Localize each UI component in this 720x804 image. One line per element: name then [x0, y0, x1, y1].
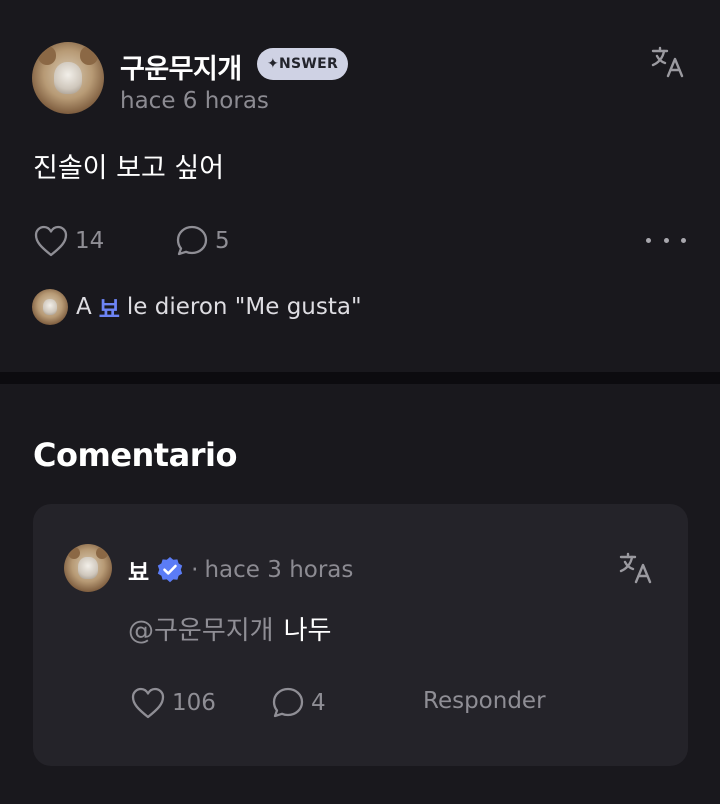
more-dot [663, 237, 669, 243]
like-button[interactable]: 14 [33, 224, 104, 258]
like-count: 14 [75, 228, 105, 254]
post-author-name[interactable]: 구운무지개 [120, 47, 242, 86]
reply-button[interactable]: Responder [423, 688, 546, 714]
more-options-icon[interactable] [646, 232, 686, 248]
more-dot [681, 237, 686, 243]
more-dot [646, 237, 651, 243]
liker-avatar [32, 289, 68, 325]
post-text: 진솔이 보고 싶어 [33, 153, 225, 184]
comment-count: 5 [215, 228, 230, 254]
comments-heading: Comentario [33, 436, 237, 474]
comment-reply-count: 4 [311, 690, 326, 716]
comment-timestamp: hace 3 horas [204, 557, 354, 583]
comment-button[interactable]: 5 [175, 224, 230, 258]
comment-like-button[interactable]: 106 [130, 686, 216, 720]
liked-by-prefix: A [76, 294, 92, 320]
comment-body: 나두 [283, 616, 332, 646]
translate-icon[interactable] [650, 44, 686, 80]
heart-icon [131, 687, 165, 719]
mention-link[interactable]: @구운무지개 [128, 610, 274, 647]
liker-name[interactable]: 뵤 [99, 290, 120, 324]
comment-like-count: 106 [172, 690, 216, 716]
avatar-face [53, 62, 83, 94]
heart-icon [34, 225, 68, 257]
speech-bubble-icon [176, 225, 208, 256]
comment-replies-button[interactable]: 4 [271, 686, 326, 720]
comment-header: 뵤 · hace 3 horas [128, 553, 353, 587]
section-divider [0, 372, 720, 384]
avatar-face [78, 557, 98, 579]
post-author-avatar[interactable] [32, 42, 104, 114]
avatar-ear [79, 46, 99, 66]
separator-dot: · [191, 557, 199, 583]
verified-badge-icon [157, 557, 183, 583]
liked-by-suffix: le dieron "Me gusta" [126, 294, 362, 320]
commenter-name[interactable]: 뵤 [128, 553, 149, 587]
avatar-ear [37, 46, 57, 66]
commenter-avatar[interactable] [64, 544, 112, 592]
avatar-ear [95, 546, 109, 560]
comment-text: @구운무지개 나두 [128, 610, 331, 647]
translate-icon[interactable] [618, 550, 654, 586]
speech-bubble-icon [272, 687, 304, 718]
post-timestamp: hace 6 horas [120, 88, 269, 114]
liked-by-row[interactable]: A 뵤 le dieron "Me gusta" [32, 289, 362, 325]
avatar-face [42, 299, 58, 315]
author-badge[interactable]: ✦NSWER [257, 48, 349, 80]
avatar-ear [67, 546, 81, 560]
